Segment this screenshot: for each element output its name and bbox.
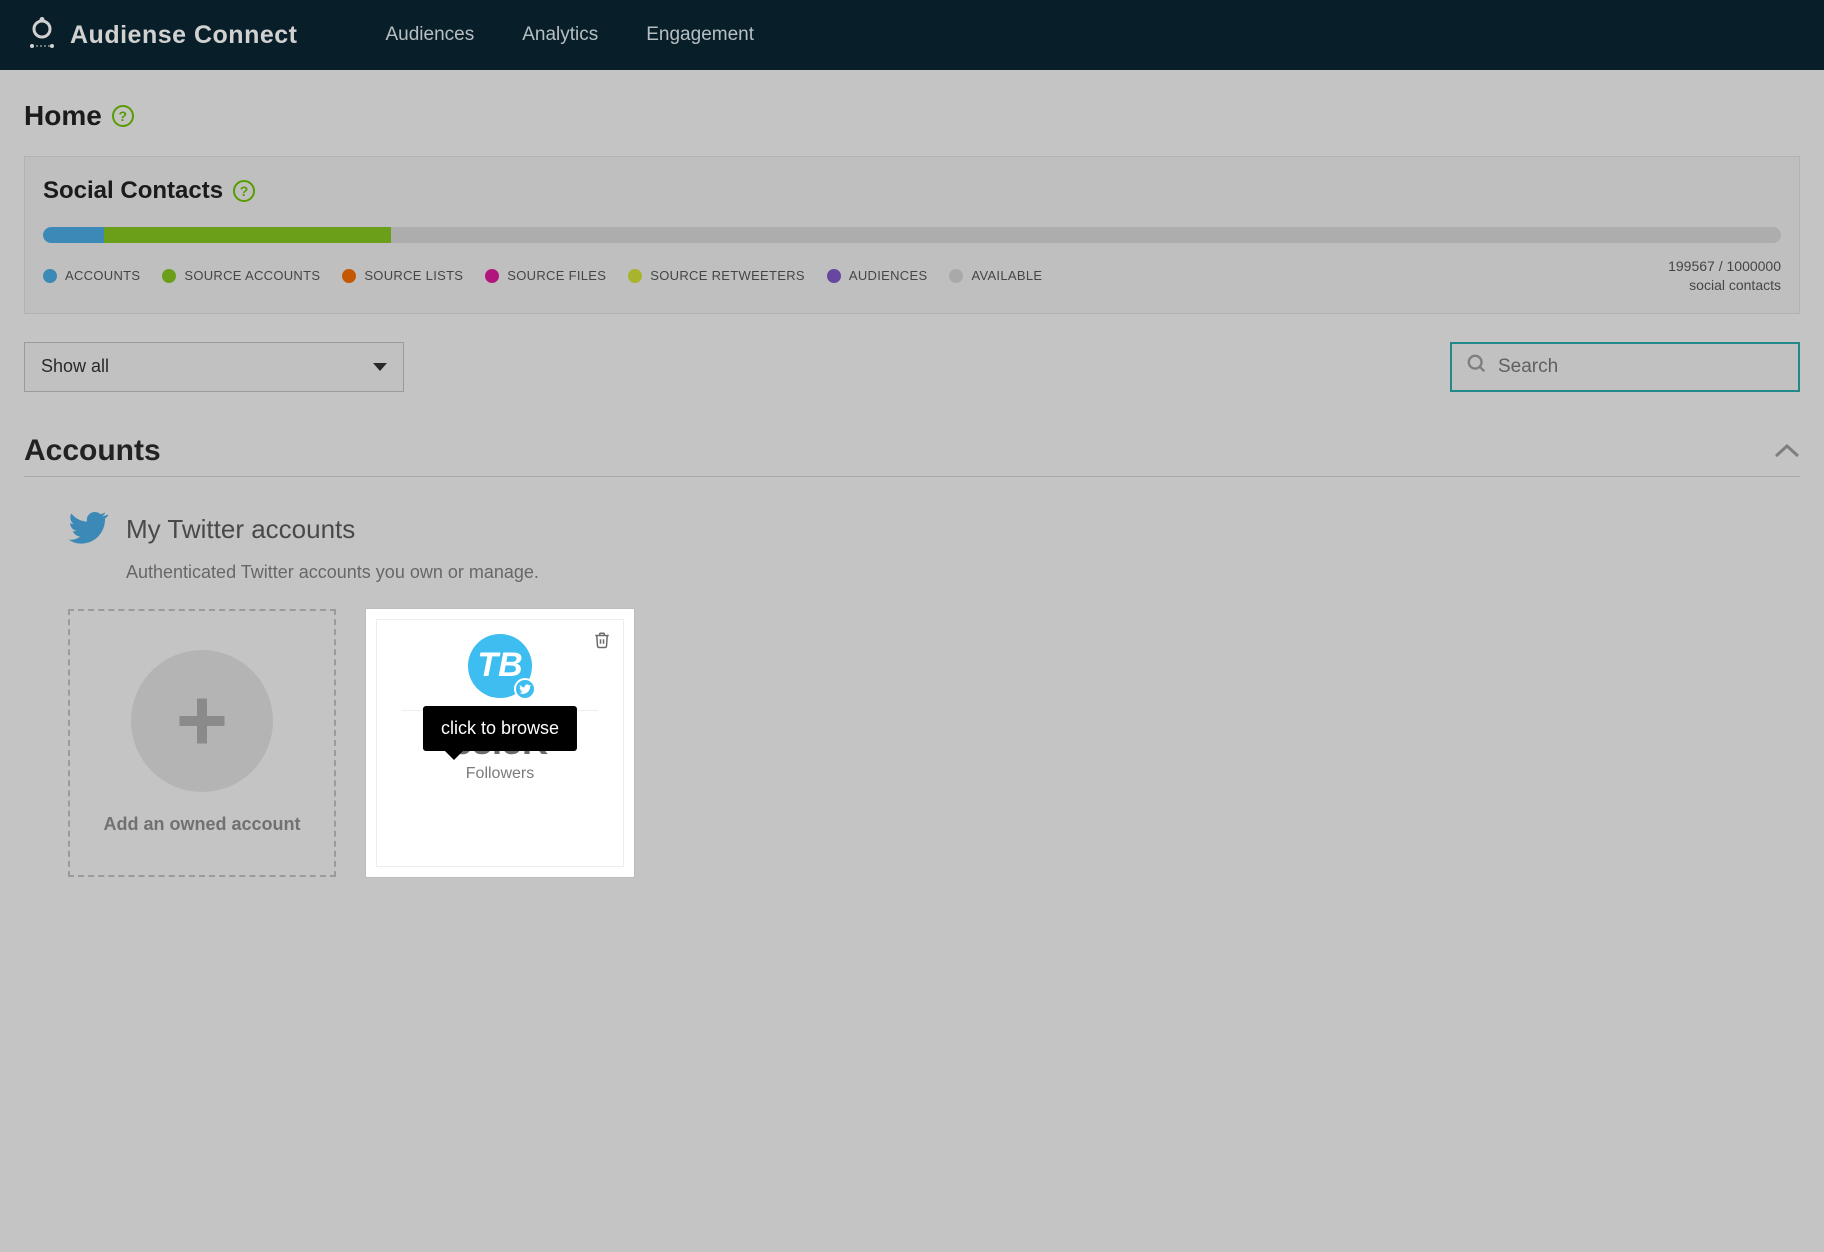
legend-dot-icon bbox=[162, 269, 176, 283]
help-icon[interactable]: ? bbox=[112, 105, 134, 127]
brand[interactable]: Audiense Connect bbox=[28, 17, 297, 54]
page-title: Home bbox=[24, 100, 102, 132]
account-cards: Add an owned account TB bbox=[68, 609, 1756, 877]
legend-dot-icon bbox=[485, 269, 499, 283]
legend-accounts[interactable]: ACCOUNTS bbox=[43, 268, 140, 283]
subsection-title: My Twitter accounts bbox=[126, 514, 355, 545]
nav-links: Audiences Analytics Engagement bbox=[385, 24, 754, 46]
panel-title: Social Contacts bbox=[43, 177, 223, 205]
help-icon[interactable]: ? bbox=[233, 180, 255, 202]
filter-select[interactable]: Show all bbox=[24, 342, 404, 392]
legend-label: AUDIENCES bbox=[849, 268, 928, 283]
legend-row: ACCOUNTS SOURCE ACCOUNTS SOURCE LISTS SO… bbox=[43, 257, 1781, 295]
filter-selected-label: Show all bbox=[41, 356, 109, 377]
progress-segment-accounts bbox=[43, 227, 104, 243]
progress-segment-source-accounts bbox=[104, 227, 391, 243]
accounts-section-header[interactable]: Accounts bbox=[24, 434, 1800, 477]
avatar-wrap: TB bbox=[468, 634, 532, 698]
nav-audiences[interactable]: Audiences bbox=[385, 24, 474, 46]
top-nav: Audiense Connect Audiences Analytics Eng… bbox=[0, 0, 1824, 70]
legend-source-lists[interactable]: SOURCE LISTS bbox=[342, 268, 463, 283]
legend-label: SOURCE LISTS bbox=[364, 268, 463, 283]
legend-audiences[interactable]: AUDIENCES bbox=[827, 268, 928, 283]
nav-analytics[interactable]: Analytics bbox=[522, 24, 598, 46]
browse-tooltip: click to browse bbox=[423, 706, 577, 751]
social-contacts-panel: Social Contacts ? ACCOUNTS SOURCE ACCOUN… bbox=[24, 156, 1800, 314]
panel-title-row: Social Contacts ? bbox=[43, 177, 1781, 205]
page-title-row: Home ? bbox=[24, 100, 1800, 132]
legend-label: SOURCE FILES bbox=[507, 268, 606, 283]
legend-source-accounts[interactable]: SOURCE ACCOUNTS bbox=[162, 268, 320, 283]
account-card[interactable]: TB click to browse 38.5K Followers bbox=[376, 619, 624, 867]
contacts-progress bbox=[43, 227, 1781, 243]
contacts-count-label: social contacts bbox=[1668, 276, 1781, 295]
legend-dot-icon bbox=[827, 269, 841, 283]
page-body: Home ? Social Contacts ? ACCOUNTS SOURCE bbox=[0, 70, 1824, 907]
add-account-card[interactable]: Add an owned account bbox=[68, 609, 336, 877]
legend-available[interactable]: AVAILABLE bbox=[949, 268, 1042, 283]
subsection-description: Authenticated Twitter accounts you own o… bbox=[126, 562, 1756, 583]
account-card-highlight: TB click to browse 38.5K Followers bbox=[366, 609, 634, 877]
legend-dot-icon bbox=[949, 269, 963, 283]
twitter-icon bbox=[68, 507, 108, 552]
contacts-count-value: 199567 / 1000000 bbox=[1668, 257, 1781, 276]
chevron-up-icon bbox=[1774, 443, 1800, 459]
contacts-count: 199567 / 1000000 social contacts bbox=[1668, 257, 1781, 295]
legend-label: AVAILABLE bbox=[971, 268, 1042, 283]
progress-bar bbox=[43, 227, 1781, 243]
twitter-badge-icon bbox=[514, 678, 536, 700]
plus-circle-icon bbox=[131, 650, 273, 792]
legend-source-retweeters[interactable]: SOURCE RETWEETERS bbox=[628, 268, 805, 283]
trash-icon[interactable] bbox=[593, 630, 611, 655]
legend: ACCOUNTS SOURCE ACCOUNTS SOURCE LISTS SO… bbox=[43, 268, 1042, 283]
legend-dot-icon bbox=[628, 269, 642, 283]
caret-down-icon bbox=[373, 363, 387, 371]
add-account-label: Add an owned account bbox=[103, 814, 300, 835]
accounts-section-title: Accounts bbox=[24, 434, 161, 468]
search-input[interactable] bbox=[1498, 356, 1784, 378]
brand-logo-icon bbox=[28, 17, 56, 54]
legend-source-files[interactable]: SOURCE FILES bbox=[485, 268, 606, 283]
legend-label: ACCOUNTS bbox=[65, 268, 140, 283]
legend-dot-icon bbox=[342, 269, 356, 283]
brand-name: Audiense Connect bbox=[70, 21, 297, 50]
search-box[interactable] bbox=[1450, 342, 1800, 392]
filter-row: Show all bbox=[24, 342, 1800, 392]
search-icon bbox=[1466, 353, 1488, 380]
nav-engagement[interactable]: Engagement bbox=[646, 24, 754, 46]
my-twitter-accounts: My Twitter accounts Authenticated Twitte… bbox=[24, 477, 1800, 877]
legend-dot-icon bbox=[43, 269, 57, 283]
follower-label: Followers bbox=[466, 765, 534, 783]
legend-label: SOURCE ACCOUNTS bbox=[184, 268, 320, 283]
legend-label: SOURCE RETWEETERS bbox=[650, 268, 805, 283]
